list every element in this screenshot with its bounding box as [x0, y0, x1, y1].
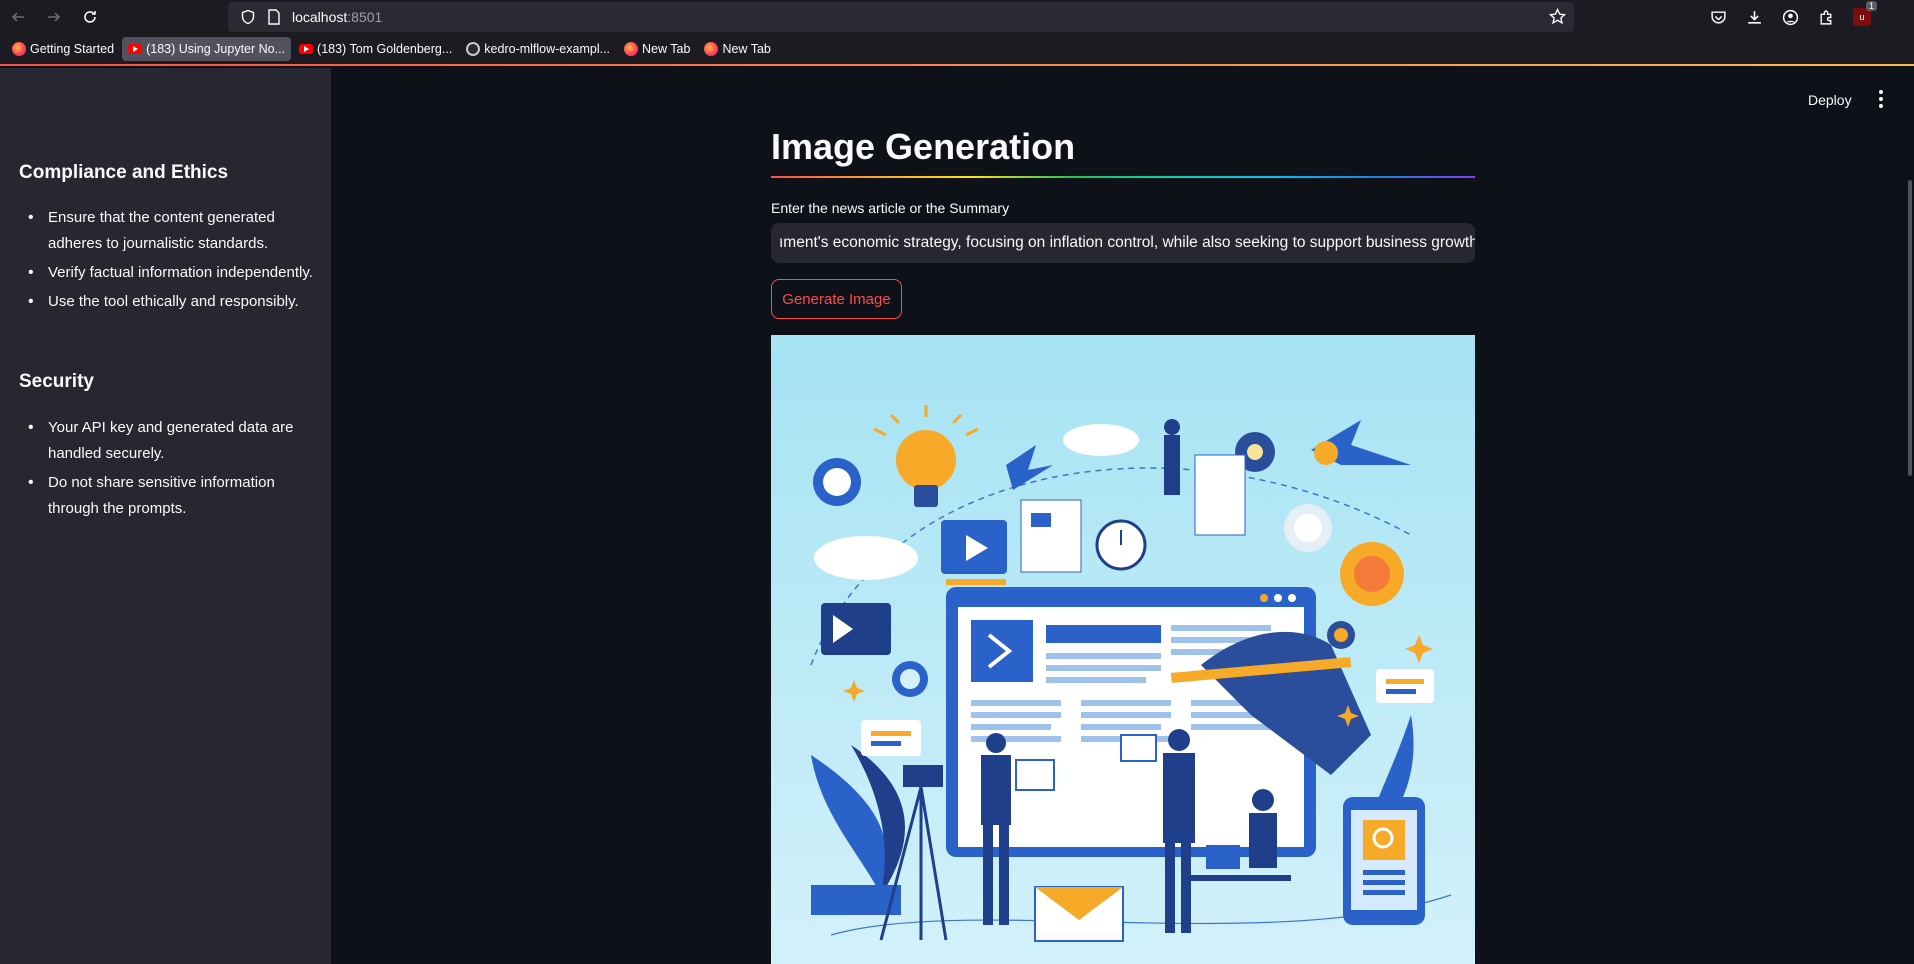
- bookmark-item[interactable]: New Tab: [698, 37, 776, 61]
- firefox-icon: [12, 42, 26, 56]
- url-text: localhost:8501: [292, 9, 383, 25]
- account-icon[interactable]: [1778, 5, 1802, 29]
- security-heading: Security: [19, 371, 94, 392]
- title-divider: [771, 176, 1475, 178]
- extensions-icon[interactable]: [1814, 5, 1838, 29]
- bookmark-item[interactable]: (183) Using Jupyter No...: [122, 37, 292, 61]
- generate-image-button[interactable]: Generate Image: [771, 279, 902, 319]
- bookmark-item[interactable]: Getting Started: [6, 37, 120, 61]
- ublock-origin-icon[interactable]: u1: [1850, 1, 1877, 29]
- bookmarks-toolbar: Getting Started (183) Using Jupyter No..…: [0, 34, 1914, 66]
- firefox-icon: [704, 42, 719, 56]
- page-info-icon[interactable]: [262, 9, 286, 25]
- pocket-icon[interactable]: [1706, 5, 1730, 29]
- scrollbar[interactable]: [1908, 180, 1912, 476]
- main-content: Deploy Image Generation Enter the news a…: [331, 68, 1914, 964]
- bookmark-item[interactable]: New Tab: [618, 37, 696, 61]
- browser-toolbar: localhost:8501 u1: [0, 0, 1914, 34]
- list-item: Do not share sensitive information throu…: [28, 470, 318, 522]
- arrow-right-icon: [48, 12, 61, 22]
- deploy-button[interactable]: Deploy: [1808, 92, 1852, 108]
- notification-badge: 1: [1865, 1, 1877, 11]
- list-item: Your API key and generated data are hand…: [28, 415, 318, 467]
- firefox-icon: [624, 42, 639, 56]
- url-bar[interactable]: localhost:8501: [228, 2, 1574, 32]
- main-menu-kebab-icon[interactable]: [1874, 90, 1888, 108]
- list-item: Ensure that the content generated adhere…: [28, 205, 318, 257]
- bookmark-star-icon[interactable]: [1548, 7, 1567, 30]
- compliance-list: Ensure that the content generated adhere…: [28, 205, 318, 318]
- reload-icon: [84, 11, 96, 23]
- tracking-protection-shield-icon[interactable]: [234, 9, 262, 25]
- page-title: Image Generation: [771, 126, 1076, 167]
- toolbar-right-icons: u1: [1706, 0, 1877, 34]
- sidebar: Compliance and Ethics Ensure that the co…: [0, 68, 331, 964]
- list-item: Verify factual information independently…: [28, 260, 318, 286]
- generated-image: [771, 335, 1475, 964]
- arrow-left-icon: [11, 12, 24, 22]
- article-input[interactable]: ıment's economic strategy, focusing on i…: [771, 223, 1475, 263]
- list-item: Use the tool ethically and responsibly.: [28, 289, 318, 315]
- bookmark-item[interactable]: kedro-mlflow-exampl...: [460, 37, 616, 61]
- downloads-icon[interactable]: [1742, 5, 1766, 29]
- forward-button[interactable]: [36, 0, 72, 34]
- youtube-icon: [128, 44, 143, 54]
- back-button[interactable]: [0, 0, 36, 34]
- article-input-label: Enter the news article or the Summary: [771, 200, 1010, 216]
- github-icon: [466, 42, 481, 56]
- bookmark-item[interactable]: (183) Tom Goldenberg...: [293, 37, 458, 61]
- youtube-icon: [299, 44, 314, 54]
- reload-button[interactable]: [72, 0, 108, 34]
- compliance-heading: Compliance and Ethics: [19, 162, 229, 183]
- security-list: Your API key and generated data are hand…: [28, 415, 318, 525]
